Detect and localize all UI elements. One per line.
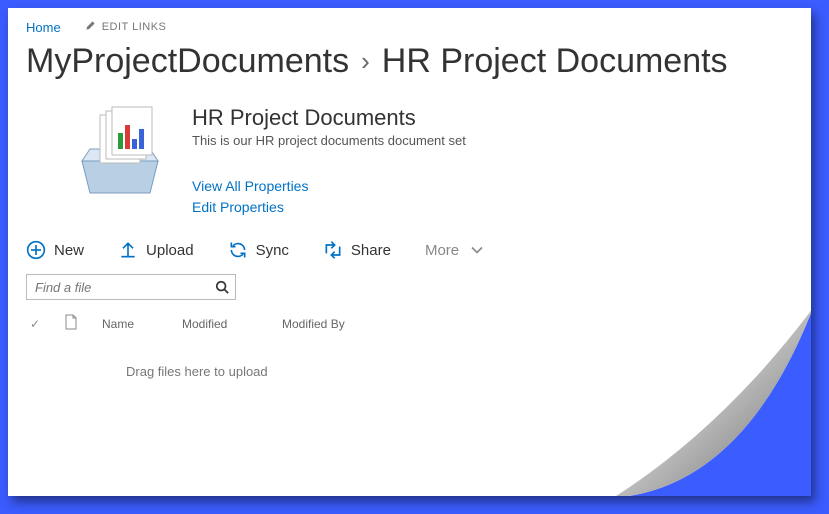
more-button[interactable]: More (425, 240, 487, 260)
upload-button-label: Upload (146, 242, 194, 259)
pencil-icon (85, 20, 96, 34)
nav-edit-links[interactable]: EDIT LINKS (85, 20, 167, 34)
plus-circle-icon (26, 240, 46, 260)
breadcrumb: MyProjectDocuments › HR Project Document… (26, 42, 793, 81)
library-column-headers: ✓ Name Modified Modified By (26, 314, 793, 334)
breadcrumb-current: HR Project Documents (382, 42, 728, 81)
new-button-label: New (54, 242, 84, 259)
share-icon (323, 240, 343, 260)
share-button-label: Share (351, 242, 391, 259)
find-file-search[interactable] (26, 274, 236, 300)
empty-library-hint: Drag files here to upload (26, 364, 793, 379)
select-all-checkbox[interactable]: ✓ (26, 317, 44, 331)
column-header-modified[interactable]: Modified (182, 317, 262, 331)
chevron-right-icon: › (359, 46, 372, 77)
docset-title: HR Project Documents (192, 105, 466, 131)
chevron-down-icon (467, 240, 487, 260)
nav-home-link[interactable]: Home (26, 20, 61, 35)
share-button[interactable]: Share (323, 240, 391, 260)
library-toolbar: New Upload Sync (26, 240, 793, 260)
breadcrumb-library[interactable]: MyProjectDocuments (26, 42, 349, 81)
find-file-input[interactable] (33, 279, 215, 296)
edit-properties-link[interactable]: Edit Properties (192, 197, 466, 218)
sync-button[interactable]: Sync (228, 240, 289, 260)
upload-button[interactable]: Upload (118, 240, 194, 260)
doctype-icon (64, 314, 82, 333)
nav-edit-links-label: EDIT LINKS (102, 21, 167, 33)
new-button[interactable]: New (26, 240, 84, 260)
document-set-icon (72, 105, 168, 201)
search-icon[interactable] (215, 280, 229, 294)
column-header-name[interactable]: Name (102, 317, 162, 331)
more-button-label: More (425, 242, 459, 259)
sync-icon (228, 240, 248, 260)
column-header-modified-by[interactable]: Modified By (282, 317, 372, 331)
view-all-properties-link[interactable]: View All Properties (192, 176, 466, 197)
upload-icon (118, 240, 138, 260)
docset-description: This is our HR project documents documen… (192, 133, 466, 148)
sync-button-label: Sync (256, 242, 289, 259)
